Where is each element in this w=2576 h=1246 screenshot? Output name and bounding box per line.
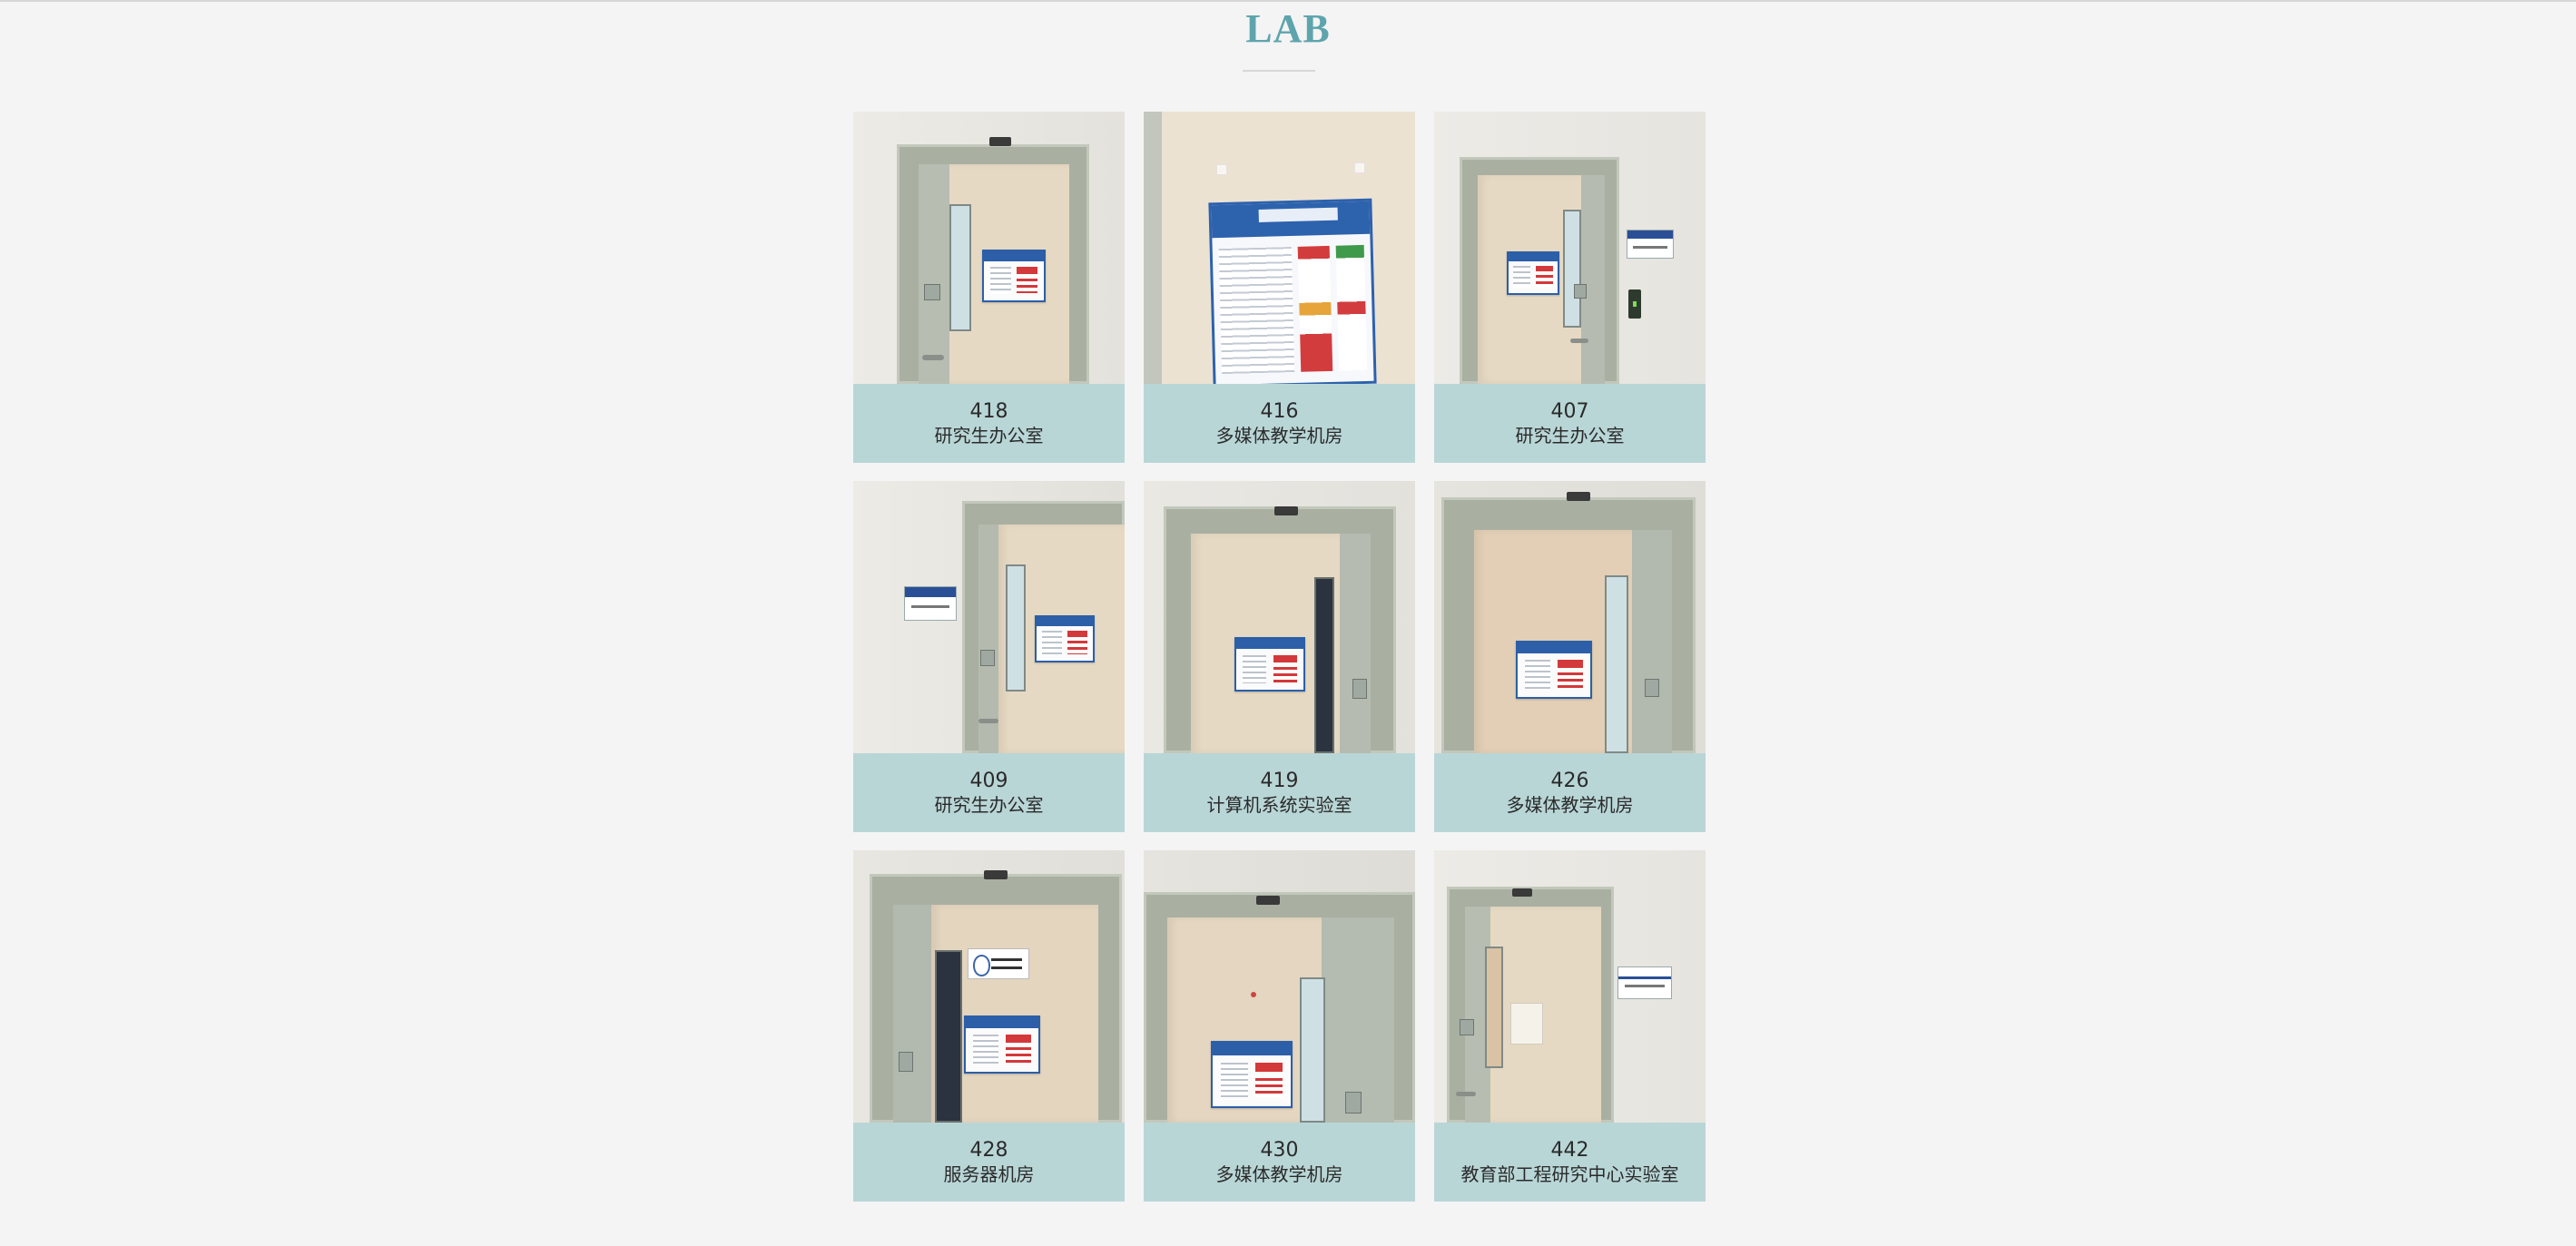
lab-card-430[interactable]: 430 多媒体教学机房	[1144, 850, 1415, 1202]
lab-photo-416	[1144, 112, 1415, 384]
lab-card-426[interactable]: 426 多媒体教学机房	[1434, 481, 1706, 832]
page-title: LAB	[1245, 6, 1331, 51]
lab-caption: 426 多媒体教学机房	[1434, 753, 1706, 832]
lab-caption: 430 多媒体教学机房	[1144, 1123, 1415, 1202]
lab-card-416[interactable]: 416 多媒体教学机房	[1144, 112, 1415, 463]
room-number: 428	[969, 1138, 1008, 1162]
lab-card-407[interactable]: 407 研究生办公室	[1434, 112, 1706, 463]
lab-card-428[interactable]: 428 服务器机房	[853, 850, 1125, 1202]
room-name: 教育部工程研究中心实验室	[1460, 1163, 1679, 1185]
lab-caption: 409 研究生办公室	[853, 753, 1125, 832]
room-name: 研究生办公室	[1515, 424, 1625, 446]
room-name: 研究生办公室	[934, 424, 1044, 446]
lab-caption: 407 研究生办公室	[1434, 384, 1706, 463]
title-underline	[1243, 70, 1315, 72]
lab-caption: 419 计算机系统实验室	[1144, 753, 1415, 832]
lab-caption: 428 服务器机房	[853, 1123, 1125, 1202]
room-name: 多媒体教学机房	[1506, 793, 1634, 816]
lab-card-442[interactable]: 442 教育部工程研究中心实验室	[1434, 850, 1706, 1202]
lab-grid: 418 研究生办公室 416 多媒体教学机房 407 研究生办公室 409 研究…	[853, 112, 1706, 1202]
lab-photo-407	[1434, 112, 1706, 384]
room-number: 426	[1550, 769, 1589, 792]
lab-photo-426	[1434, 481, 1706, 753]
lab-photo-430	[1144, 850, 1415, 1123]
room-name: 多媒体教学机房	[1215, 424, 1343, 446]
lab-photo-419	[1144, 481, 1415, 753]
lab-caption: 416 多媒体教学机房	[1144, 384, 1415, 463]
top-divider	[0, 0, 2576, 2]
room-name: 计算机系统实验室	[1206, 793, 1352, 816]
lab-caption: 418 研究生办公室	[853, 384, 1125, 463]
room-number: 407	[1550, 399, 1589, 423]
lab-photo-442	[1434, 850, 1706, 1123]
room-name: 研究生办公室	[934, 793, 1044, 816]
room-number: 416	[1260, 399, 1299, 423]
lab-photo-428	[853, 850, 1125, 1123]
lab-caption: 442 教育部工程研究中心实验室	[1434, 1123, 1706, 1202]
room-number: 409	[969, 769, 1008, 792]
lab-card-418[interactable]: 418 研究生办公室	[853, 112, 1125, 463]
lab-card-419[interactable]: 419 计算机系统实验室	[1144, 481, 1415, 832]
lab-photo-409	[853, 481, 1125, 753]
room-number: 418	[969, 399, 1008, 423]
room-number: 430	[1260, 1138, 1299, 1162]
lab-photo-418	[853, 112, 1125, 384]
room-number: 419	[1260, 769, 1299, 792]
lab-card-409[interactable]: 409 研究生办公室	[853, 481, 1125, 832]
room-name: 服务器机房	[943, 1163, 1035, 1185]
room-number: 442	[1550, 1138, 1589, 1162]
room-name: 多媒体教学机房	[1215, 1163, 1343, 1185]
